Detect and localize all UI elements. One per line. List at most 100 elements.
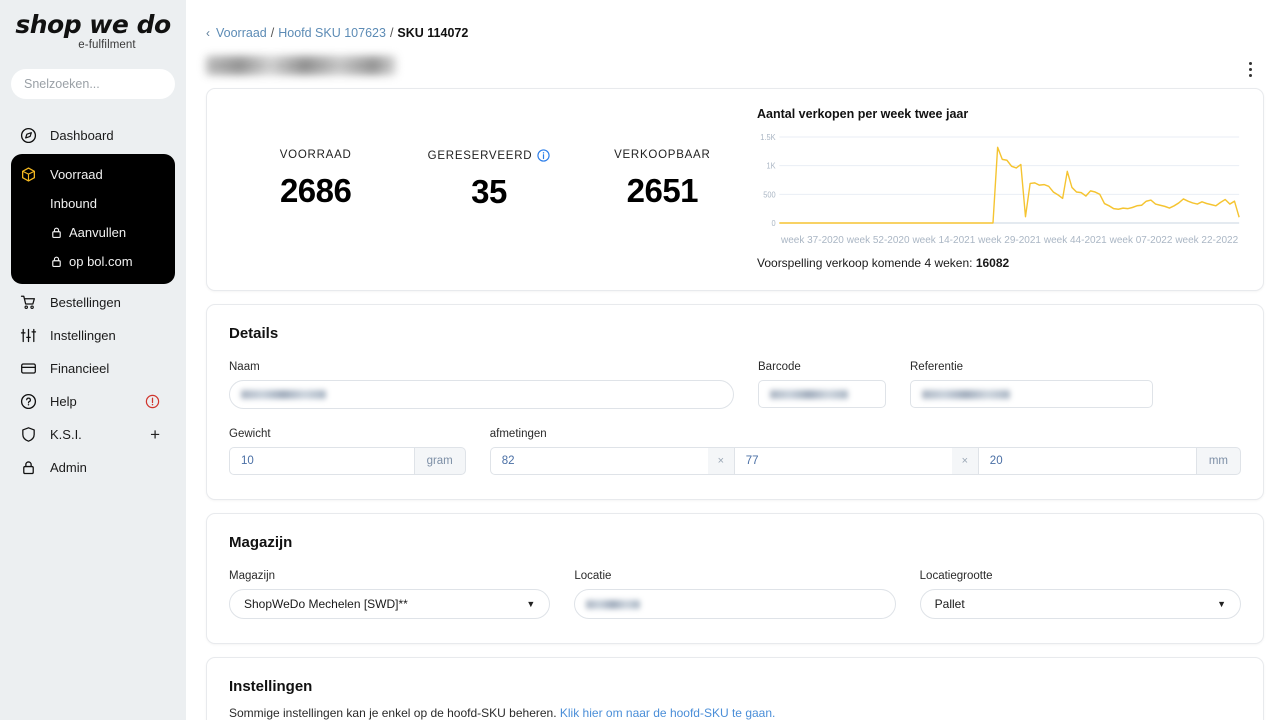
instellingen-heading: Instellingen — [229, 678, 1241, 695]
sidebar-item-admin[interactable]: Admin — [0, 451, 186, 484]
afmetingen-group: 82 × 77 × 20 mm — [490, 447, 1241, 475]
sidebar-item-help[interactable]: Help — [0, 385, 186, 418]
page-title-redacted — [206, 56, 396, 75]
chart-x-tick: week 29-2021 — [978, 235, 1044, 246]
chevron-left-icon[interactable]: ‹ — [206, 26, 210, 40]
locatie-input[interactable] — [574, 589, 895, 619]
help-alert-wrap[interactable] — [145, 394, 160, 409]
redacted-value — [770, 390, 848, 399]
field-label: Magazijn — [229, 570, 550, 582]
sidebar-item-financieel[interactable]: Financieel — [0, 352, 186, 385]
sidebar-item-ksi[interactable]: K.S.I. + — [0, 418, 186, 451]
afmetingen-unit: mm — [1196, 447, 1241, 475]
kebab-menu-icon[interactable] — [1245, 58, 1256, 81]
sidebar-item-aanvullen[interactable]: Aanvullen — [11, 218, 175, 247]
kpi-value: 35 — [402, 173, 575, 211]
field-label: Gewicht — [229, 428, 466, 440]
sidebar-nav: Dashboard Voorraad Inbound — [0, 119, 186, 418]
breadcrumb-separator: / — [390, 26, 393, 40]
chart-x-axis: week 37-2020week 52-2020week 14-2021week… — [757, 235, 1241, 246]
magazijn-selected-value: ShopWeDo Mechelen [SWD]** — [244, 597, 408, 611]
chart-plot-area: 05001K1.5K — [757, 131, 1241, 231]
chevron-down-icon[interactable]: ▼ — [526, 599, 535, 609]
sidebar-item-instellingen[interactable]: Instellingen — [0, 319, 186, 352]
sidebar-item-label: Aanvullen — [69, 225, 126, 240]
sidebar-item-op-bol-com[interactable]: op bol.com — [11, 247, 175, 276]
redacted-value — [241, 390, 326, 399]
gewicht-input[interactable]: 10 — [229, 447, 414, 475]
lock-icon — [20, 459, 37, 476]
brand-logo[interactable]: shop we do e-fulfilment — [0, 0, 186, 57]
breadcrumb-parent[interactable]: Hoofd SKU 107623 — [278, 26, 386, 40]
magazijn-select[interactable]: ShopWeDo Mechelen [SWD]** ▼ — [229, 589, 550, 619]
instellingen-card: Instellingen Sommige instellingen kan je… — [206, 657, 1264, 720]
kpi-value: 2686 — [229, 172, 402, 210]
search-input[interactable] — [24, 77, 185, 91]
chart-canvas: 05001K1.5K — [757, 131, 1241, 231]
chart-x-tick: week 37-2020 — [781, 235, 847, 246]
sidebar-group-voorraad: Voorraad Inbound Aanvullen — [11, 154, 175, 284]
field-locatie: Locatie — [574, 570, 895, 619]
sidebar-item-label: op bol.com — [69, 254, 133, 269]
sidebar-item-label: Bestellingen — [50, 295, 121, 310]
brand-name: shop we do — [0, 12, 186, 38]
dimension-separator: × — [708, 447, 734, 475]
lock-icon — [50, 226, 63, 239]
afmetingen-length-input[interactable]: 82 — [490, 447, 708, 475]
field-label: Locatiegrootte — [920, 570, 1241, 582]
kebab-dot — [1249, 74, 1252, 77]
info-icon[interactable] — [537, 149, 550, 162]
kpi-group: VOORRAAD 2686 GERESERVEERD 35 — [229, 107, 749, 270]
field-label: Locatie — [574, 570, 895, 582]
field-label: Naam — [229, 361, 734, 373]
afmetingen-height-input[interactable]: 20 — [978, 447, 1196, 475]
chart-gridlines — [779, 137, 1239, 223]
locatiegrootte-selected-value: Pallet — [935, 597, 965, 611]
referentie-input[interactable] — [910, 380, 1153, 408]
alert-icon[interactable] — [145, 394, 160, 409]
sidebar-item-label: Financieel — [50, 361, 109, 376]
sidebar-item-voorraad[interactable]: Voorraad — [11, 160, 175, 189]
field-label: Referentie — [910, 361, 1153, 373]
sales-chart: Aantal verkopen per week twee jaar 05001… — [749, 107, 1241, 270]
field-naam: Naam — [229, 361, 734, 409]
naam-input[interactable] — [229, 380, 734, 409]
hoofd-sku-link[interactable]: Klik hier om naar de hoofd-SKU te gaan. — [560, 706, 775, 720]
chart-x-tick: week 22-2022 — [1175, 235, 1241, 246]
sidebar-item-dashboard[interactable]: Dashboard — [0, 119, 186, 152]
field-locatiegrootte: Locatiegrootte Pallet ▼ — [920, 570, 1241, 619]
locatiegrootte-select[interactable]: Pallet ▼ — [920, 589, 1241, 619]
sidebar-item-bestellingen[interactable]: Bestellingen — [0, 286, 186, 319]
card-icon — [20, 360, 37, 377]
kpi-label: VOORRAAD — [229, 149, 402, 161]
kpi-voorraad: VOORRAAD 2686 — [229, 149, 402, 210]
kpi-label: GERESERVEERD — [428, 150, 533, 162]
shield-icon — [20, 426, 37, 443]
kebab-dot — [1249, 68, 1252, 71]
barcode-input[interactable] — [758, 380, 886, 408]
field-label: Barcode — [758, 361, 886, 373]
kpi-verkoopbaar: VERKOOPBAAR 2651 — [576, 149, 749, 210]
sidebar-bottom-nav: K.S.I. + Admin — [0, 418, 186, 498]
app-root: shop we do e-fulfilment Dashboard — [0, 0, 1280, 720]
field-barcode: Barcode — [758, 361, 886, 409]
afmetingen-width-input[interactable]: 77 — [734, 447, 952, 475]
sidebar: shop we do e-fulfilment Dashboard — [0, 0, 186, 720]
kpi-value: 2651 — [576, 172, 749, 210]
question-icon — [20, 393, 37, 410]
sidebar-item-label: Admin — [50, 460, 87, 475]
note-text: Sommige instellingen kan je enkel op de … — [229, 706, 557, 720]
search-box[interactable] — [11, 69, 175, 99]
chevron-down-icon[interactable]: ▼ — [1217, 599, 1226, 609]
field-gewicht: Gewicht 10 gram — [229, 428, 466, 475]
breadcrumb-root[interactable]: Voorraad — [216, 26, 267, 40]
add-ksi-button[interactable]: + — [150, 426, 160, 443]
field-label: afmetingen — [490, 428, 1241, 440]
details-row-1: Naam Barcode Referentie — [229, 361, 1241, 409]
details-row-2: Gewicht 10 gram afmetingen 82 × 77 × 20 … — [229, 428, 1241, 475]
compass-icon — [20, 127, 37, 144]
plus-icon[interactable]: + — [150, 426, 160, 443]
instellingen-note: Sommige instellingen kan je enkel op de … — [229, 706, 1241, 720]
sidebar-item-inbound[interactable]: Inbound — [11, 189, 175, 218]
magazijn-card: Magazijn Magazijn ShopWeDo Mechelen [SWD… — [206, 513, 1264, 644]
